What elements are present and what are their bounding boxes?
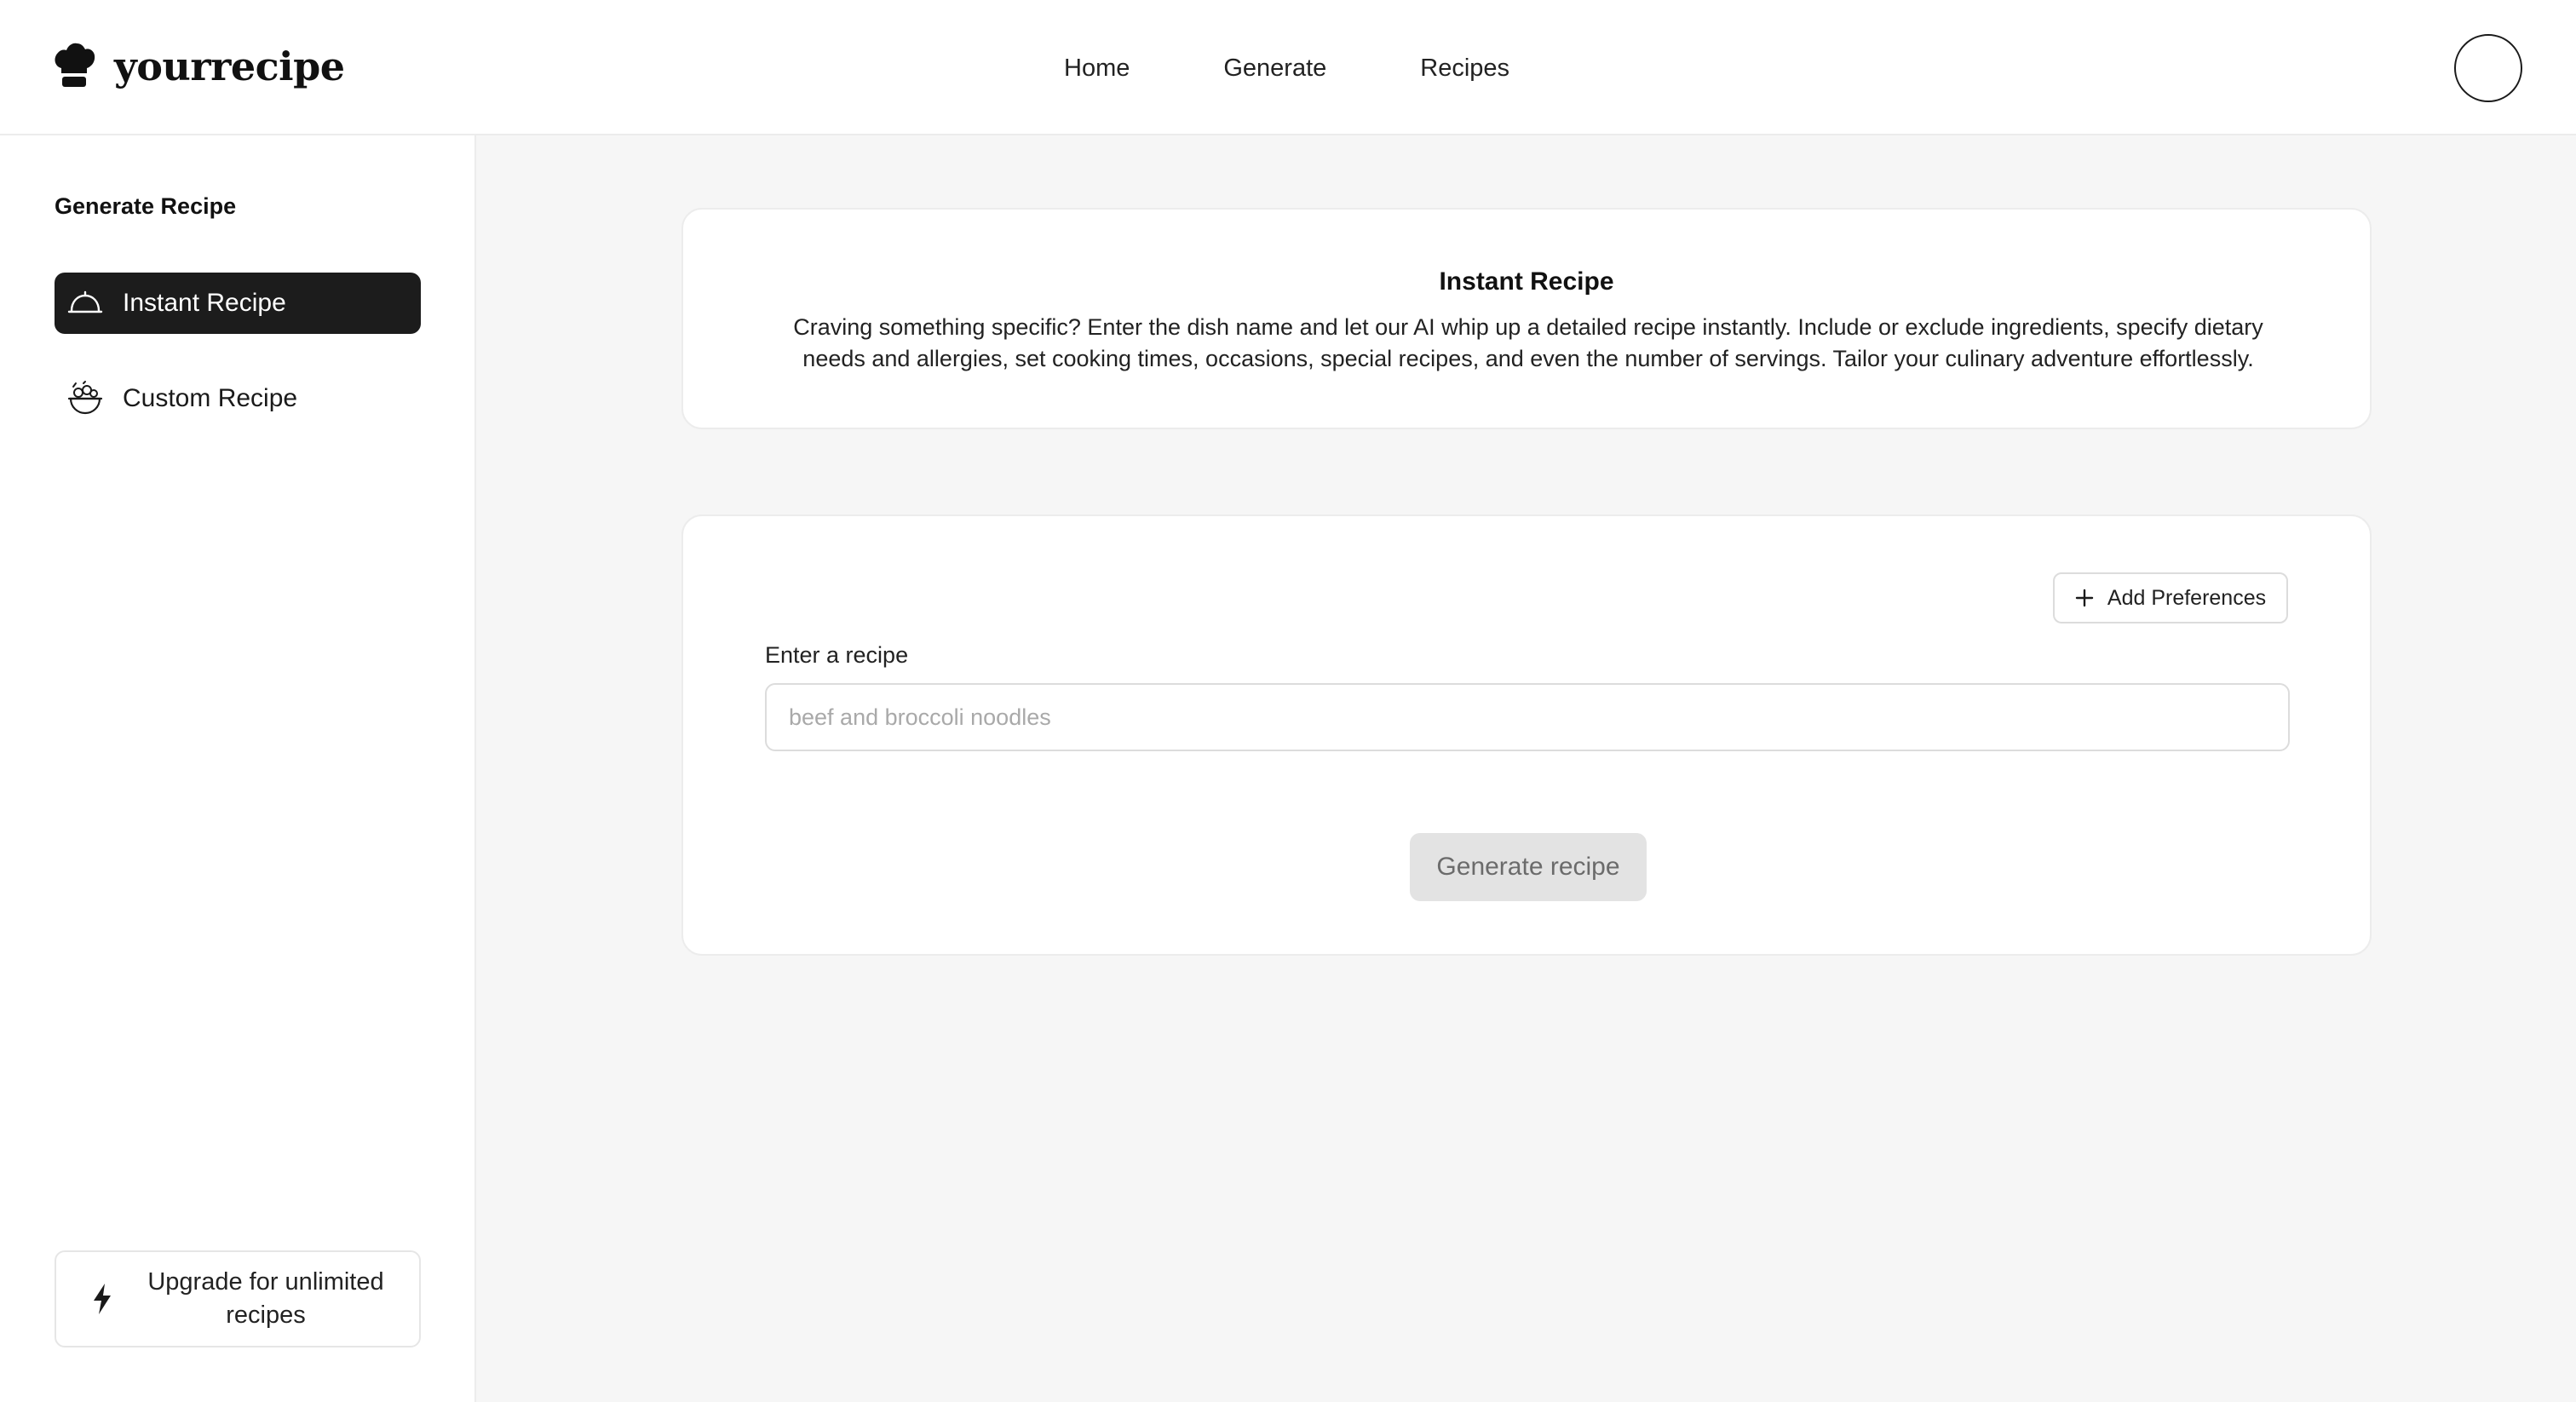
intro-card: Instant Recipe Craving something specifi… <box>681 208 2372 429</box>
add-preferences-label: Add Preferences <box>2107 585 2267 610</box>
upgrade-label: Upgrade for unlimited recipes <box>147 1268 384 1329</box>
lightning-icon <box>94 1284 111 1314</box>
upgrade-button[interactable]: Upgrade for unlimited recipes <box>55 1250 421 1347</box>
nav-recipes[interactable]: Recipes <box>1420 49 1509 87</box>
plus-icon <box>2075 589 2094 607</box>
recipe-input[interactable] <box>765 683 2290 751</box>
brand-logo[interactable]: yourrecipe <box>53 39 345 94</box>
top-header: yourrecipe Home Generate Recipes <box>0 0 2576 135</box>
nav-home[interactable]: Home <box>1064 49 1130 87</box>
nav-generate[interactable]: Generate <box>1223 49 1326 87</box>
cloche-icon <box>66 284 104 322</box>
chef-hat-icon <box>55 43 95 87</box>
main-nav: Home Generate Recipes <box>1064 49 1509 87</box>
user-avatar[interactable] <box>2454 34 2522 102</box>
sidebar-item-instant-recipe[interactable]: Instant Recipe <box>55 273 421 334</box>
add-preferences-button[interactable]: Add Preferences <box>2053 572 2288 623</box>
intro-title: Instant Recipe <box>1439 267 1614 296</box>
recipe-form-card: Add Preferences Enter a recipe Generate … <box>681 514 2372 956</box>
recipe-field-label: Enter a recipe <box>765 642 909 668</box>
sidebar-item-custom-recipe[interactable]: Custom Recipe <box>55 368 421 429</box>
generate-recipe-button[interactable]: Generate recipe <box>1410 833 1647 901</box>
sidebar-title: Generate Recipe <box>55 193 237 219</box>
intro-description: Craving something specific? Enter the di… <box>793 314 2263 371</box>
sidebar-item-label: Instant Recipe <box>123 289 286 317</box>
sidebar-item-label: Custom Recipe <box>123 384 298 412</box>
salad-bowl-icon <box>66 380 104 417</box>
sidebar: Generate Recipe Instant Recipe Custom Re… <box>0 135 476 1402</box>
brand-name: yourrecipe <box>114 43 345 89</box>
